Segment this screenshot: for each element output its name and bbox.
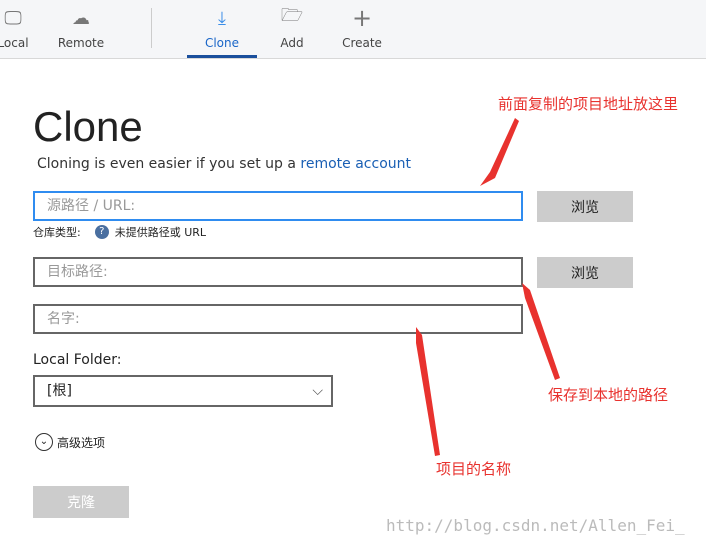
watermark: http://blog.csdn.net/Allen_Fei_ [386,516,685,535]
arrow-1 [480,118,519,186]
arrow-2 [522,283,560,380]
annotation-arrows [416,118,560,456]
arrow-3 [416,327,440,456]
